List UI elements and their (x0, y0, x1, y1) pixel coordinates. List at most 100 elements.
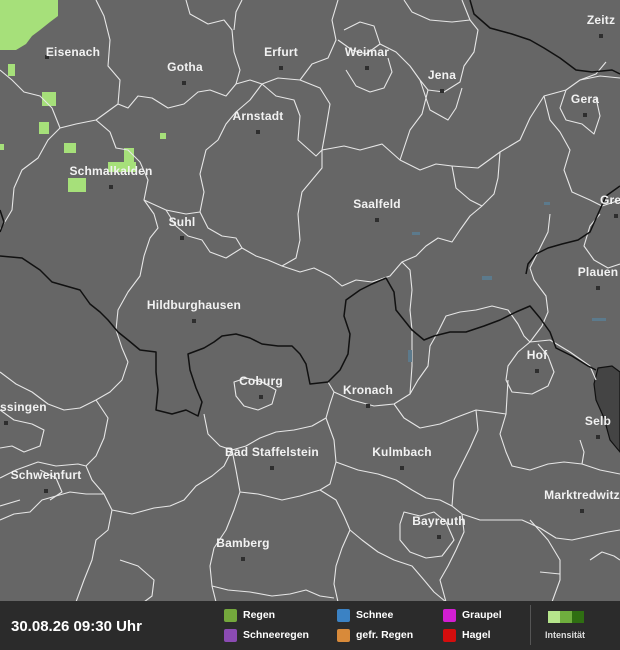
rain-patch (0, 144, 4, 150)
district-borders (0, 0, 620, 602)
legend-item-schneeregen[interactable]: Schneeregen (224, 628, 309, 642)
city-label: Schmalkalden (69, 164, 152, 178)
city-label: Hildburghausen (147, 298, 241, 312)
legend-item-hagel[interactable]: Hagel (443, 628, 491, 642)
rain-patch (64, 143, 76, 153)
city-dot (599, 34, 603, 38)
map-canvas: Eisenach Gotha Erfurt Weimar Jena Zeitz Gera Ar… (0, 0, 620, 602)
city-label: Kronach (343, 383, 393, 397)
city-label: Gotha (167, 60, 203, 74)
city-marker[interactable]: Jena (428, 68, 456, 93)
city-dot (182, 81, 186, 85)
schnee-swatch (337, 608, 350, 622)
legend-item-graupel[interactable]: Graupel (443, 608, 502, 622)
city-marker[interactable]: Erfurt (264, 45, 298, 70)
city-marker[interactable]: Kronach (343, 383, 393, 408)
city-label: Jena (428, 68, 456, 82)
legend-bar: 30.08.26 09:30 Uhr Regen Schneeregen Sch… (0, 601, 620, 650)
city-label: Gre (600, 193, 620, 207)
city-dot (437, 535, 441, 539)
city-marker[interactable]: Gre (600, 193, 620, 218)
radar-map[interactable]: Eisenach Gotha Erfurt Weimar Jena Zeitz Gera Ar… (0, 0, 620, 650)
city-dot (4, 421, 8, 425)
city-marker[interactable]: Eisenach (45, 45, 100, 59)
legend-label-schneeregen: Schneeregen (243, 629, 309, 641)
legend-label-schnee: Schnee (356, 609, 394, 621)
timestamp: 30.08.26 09:30 Uhr (11, 618, 142, 635)
city-marker[interactable]: Weimar (345, 45, 389, 70)
city-dot (259, 395, 263, 399)
city-marker[interactable]: Schweinfurt (11, 468, 82, 493)
city-marker[interactable]: ssingen (0, 400, 47, 425)
city-dot (241, 557, 245, 561)
city-dot (279, 66, 283, 70)
neighbor-region (593, 365, 620, 453)
legend-item-regen[interactable]: Regen (224, 608, 275, 622)
city-marker[interactable]: Plauen (578, 265, 619, 290)
city-marker[interactable]: Saalfeld (353, 197, 401, 222)
city-label: Hof (527, 348, 548, 362)
city-marker[interactable]: Coburg (239, 374, 283, 399)
city-marker[interactable]: Bamberg (216, 536, 270, 561)
water-bodies (408, 202, 606, 362)
legend-label-regen: Regen (243, 609, 276, 621)
city-marker[interactable]: Bayreuth (412, 514, 466, 539)
city-dot (270, 466, 274, 470)
city-dot (596, 286, 600, 290)
city-marker[interactable]: Hildburghausen (147, 298, 241, 323)
city-dot (583, 113, 587, 117)
rain-patch (160, 133, 166, 139)
legend-item-gefr-regen[interactable]: gefr. Regen (337, 628, 413, 642)
city-dot (180, 236, 184, 240)
legend-label-gefr-regen: gefr. Regen (356, 629, 414, 641)
city-marker[interactable]: Bad Staffelstein (225, 445, 319, 470)
hagel-swatch (443, 628, 456, 642)
intensity-label: Intensität (545, 630, 586, 640)
legend-label-graupel: Graupel (462, 609, 502, 621)
intensity-box (548, 611, 560, 623)
gefr-regen-swatch (337, 628, 350, 642)
city-marker[interactable]: Kulmbach (372, 445, 432, 470)
legend-item-schnee[interactable]: Schnee (337, 608, 393, 622)
city-dot (375, 218, 379, 222)
city-label: Schweinfurt (11, 468, 82, 482)
city-label: Zeitz (587, 13, 615, 27)
city-label: Saalfeld (353, 197, 401, 211)
city-marker[interactable]: Selb (585, 414, 611, 439)
regen-swatch (224, 608, 237, 622)
city-marker[interactable]: Hof (527, 348, 548, 373)
city-dot (109, 185, 113, 189)
city-marker[interactable]: Gotha (167, 60, 203, 85)
schneeregen-swatch (224, 628, 237, 642)
city-label: Suhl (169, 215, 196, 229)
intensity-box (572, 611, 584, 623)
rain-patch (39, 122, 49, 134)
city-label: Kulmbach (372, 445, 432, 459)
legend-divider (530, 605, 531, 645)
city-dot (596, 435, 600, 439)
city-label: ssingen (0, 400, 47, 414)
city-label: Arnstadt (233, 109, 284, 123)
city-marker[interactable]: Arnstadt (233, 109, 284, 134)
city-dot (440, 89, 444, 93)
city-label: Weimar (345, 45, 389, 59)
city-dot (614, 214, 618, 218)
intensity-scale (548, 611, 584, 623)
rain-patch (42, 92, 56, 106)
city-label: Erfurt (264, 45, 298, 59)
rain-patch (8, 64, 15, 76)
graupel-swatch (443, 608, 456, 622)
city-marker[interactable]: Gera (571, 92, 599, 117)
legend-label-hagel: Hagel (462, 629, 491, 641)
city-dot (580, 509, 584, 513)
rain-patch (68, 178, 86, 192)
city-dot (256, 130, 260, 134)
city-marker[interactable]: Suhl (169, 215, 196, 240)
city-dot (365, 66, 369, 70)
city-label: Plauen (578, 265, 619, 279)
intensity-box (560, 611, 572, 623)
city-label: Bayreuth (412, 514, 466, 528)
city-marker[interactable]: Marktredwitz (544, 488, 620, 513)
city-marker[interactable]: Zeitz (587, 13, 615, 38)
city-dot (366, 404, 370, 408)
